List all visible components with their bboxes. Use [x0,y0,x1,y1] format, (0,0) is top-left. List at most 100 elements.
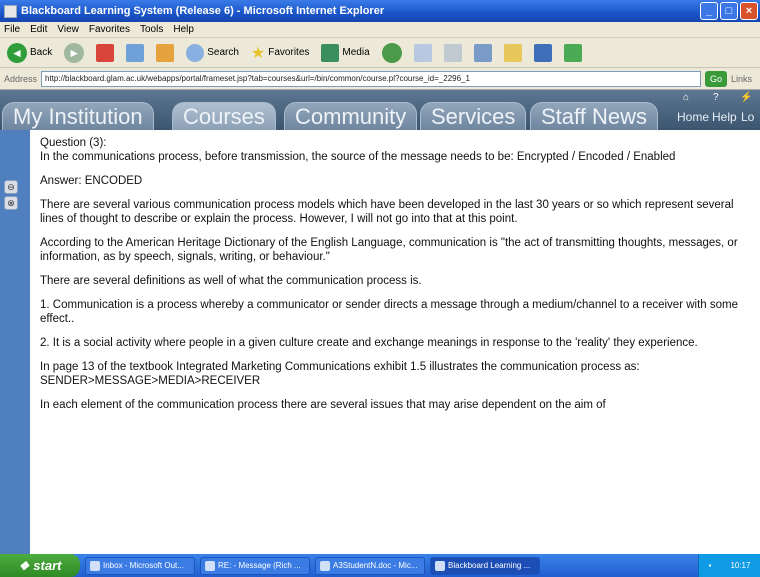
home-small-icon: ⌂ [683,92,690,103]
left-rail: ⊖ ⊗ [0,130,30,554]
tab-my-institution[interactable]: My Institution [2,102,154,130]
windows-taskbar: ❖ start Inbox - Microsoft Out... RE: - M… [0,554,760,577]
paragraph-3: There are several definitions as well of… [40,275,422,287]
refresh-icon [126,43,145,62]
question-label: Question (3): [40,137,107,149]
tab-services[interactable]: Services [420,102,527,130]
edit-button[interactable] [471,41,495,65]
paragraph-1: There are several various communication … [40,199,734,225]
close-button[interactable]: × [740,2,758,20]
menu-help[interactable]: Help [173,24,194,35]
mail-icon [413,43,432,62]
tray-clock: 10:17 [730,561,751,570]
paragraph-7: In each element of the communication pro… [40,399,606,411]
mail-button[interactable] [411,41,435,65]
bb-home-link[interactable]: Home [677,110,709,124]
ie-app-icon [4,4,17,18]
menu-bar: File Edit View Favorites Tools Help [0,22,760,38]
forward-button[interactable]: ► [61,41,87,65]
question-text: In the communications process, before tr… [40,151,676,163]
address-input[interactable]: http://blackboard.glam.ac.uk/webapps/por… [41,70,702,87]
folder-icon [503,43,522,62]
task-label: Inbox - Microsoft Out... [103,561,184,570]
menu-view[interactable]: View [57,24,79,35]
bb-help-link[interactable]: Help [712,110,737,124]
search-button[interactable]: Search [183,41,242,65]
favorites-label: Favorites [268,47,310,58]
bb-logout-link[interactable]: Lo [741,110,754,124]
outlook-icon [90,560,100,571]
browser-toolbar: ◄ Back ► Search ★ Favorites Media [0,38,760,68]
back-arrow-icon: ◄ [7,42,27,63]
start-button[interactable]: ❖ start [0,554,80,577]
window-title: Blackboard Learning System (Release 6) -… [21,5,385,17]
menu-edit[interactable]: Edit [30,24,47,35]
message-content: Question (3): In the communications proc… [30,130,760,554]
address-bar: Address http://blackboard.glam.ac.uk/web… [0,68,760,90]
start-label: start [33,558,62,573]
menu-favorites[interactable]: Favorites [89,24,130,35]
back-button[interactable]: ◄ Back [4,41,55,65]
search-label: Search [207,47,239,58]
process-sequence: SENDER>MESSAGE>MEDIA>RECEIVER [40,375,261,387]
stop-button[interactable] [93,41,117,65]
menu-file[interactable]: File [4,24,20,35]
print-button[interactable] [441,41,465,65]
blackboard-tab-banner: My Institution Courses Community Service… [0,90,760,130]
media-button[interactable]: Media [318,41,372,65]
favorites-button[interactable]: ★ Favorites [248,41,312,65]
help-small-icon: ? [713,92,719,103]
tab-community[interactable]: Community [284,102,418,130]
system-tray: ▪ 10:17 [698,554,760,577]
messenger-icon [533,43,552,62]
task-label: Blackboard Learning ... [448,561,531,570]
refresh-button[interactable] [123,41,147,65]
star-icon: ★ [250,44,266,62]
media-icon [321,43,340,62]
task-inbox[interactable]: Inbox - Microsoft Out... [85,556,195,575]
go-button[interactable]: Go [705,70,728,87]
edit-icon [473,43,492,62]
media-label: Media [342,47,370,58]
tab-staff-news[interactable]: Staff News [530,102,658,130]
tab-courses[interactable]: Courses [172,102,276,130]
windows-logo-icon: ❖ [18,558,30,573]
messenger-button[interactable] [531,41,555,65]
search-icon [186,43,205,62]
task-blackboard[interactable]: Blackboard Learning ... [430,556,540,575]
links-label[interactable]: Links [731,74,752,84]
minimize-button[interactable]: _ [700,2,718,20]
folder-button[interactable] [501,41,525,65]
paragraph-6: In page 13 of the textbook Integrated Ma… [40,361,640,373]
print-icon [443,43,462,62]
task-word-doc[interactable]: A3StudentN.doc - Mic... [315,556,425,575]
tray-network-icon[interactable]: ▪ [709,561,712,570]
window-controls: _ □ × [700,2,758,20]
window-title-bar: Blackboard Learning System (Release 6) -… [0,0,760,22]
home-button[interactable] [153,41,177,65]
history-icon [381,42,402,63]
research-icon [563,43,582,62]
address-label: Address [4,73,38,84]
stop-icon [96,43,115,62]
task-message[interactable]: RE: - Message (Rich ... [200,556,310,575]
answer-text: Answer: ENCODED [40,175,143,187]
task-label: A3StudentN.doc - Mic... [333,561,418,570]
logout-small-icon: ⚡ [740,92,753,103]
message-icon [205,560,215,571]
paragraph-2: According to the American Heritage Dicti… [40,237,738,263]
paragraph-4: 1. Communication is a process whereby a … [40,299,738,325]
paragraph-5: 2. It is a social activity where people … [40,337,698,349]
word-icon [320,560,330,571]
menu-tools[interactable]: Tools [140,24,163,35]
task-label: RE: - Message (Rich ... [218,561,301,570]
back-label: Back [30,47,53,58]
research-button[interactable] [561,41,585,65]
rail-collapse-icon[interactable]: ⊖ [4,180,18,194]
ie-icon [435,560,445,571]
history-button[interactable] [379,41,405,65]
rail-options-icon[interactable]: ⊗ [4,196,18,210]
address-url: http://blackboard.glam.ac.uk/webapps/por… [45,74,470,83]
home-icon [156,43,175,62]
maximize-button[interactable]: □ [720,2,738,20]
